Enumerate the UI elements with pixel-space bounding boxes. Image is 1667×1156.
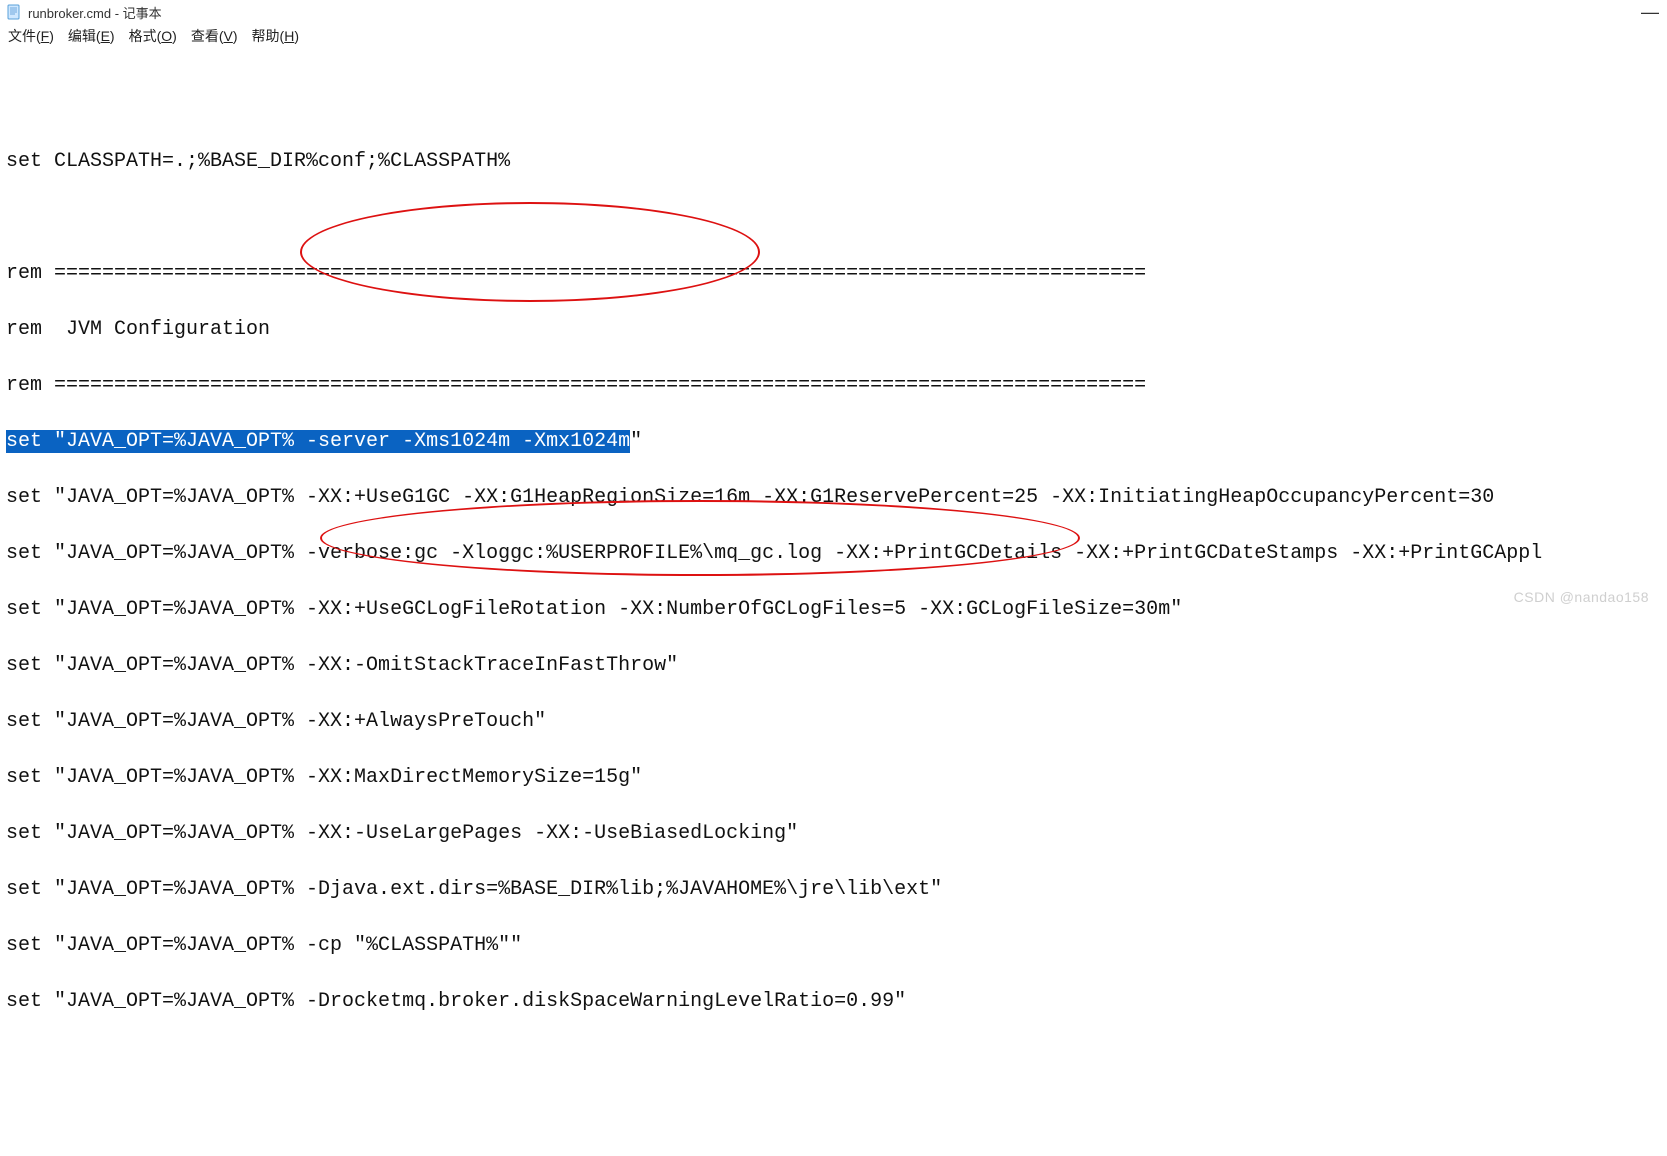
text-area[interactable]: set CLASSPATH=.;%BASE_DIR%conf;%CLASSPAT… — [0, 50, 1667, 1156]
menu-bar: 文件(F) 编辑(E) 格式(O) 查看(V) 帮助(H) — [0, 24, 1667, 50]
text-line: set "JAVA_OPT=%JAVA_OPT% -XX:-UseLargePa… — [6, 820, 1661, 848]
text-line: rem JVM Configuration — [6, 316, 1661, 344]
text-line: set CLASSPATH=.;%BASE_DIR%conf;%CLASSPAT… — [6, 148, 1661, 176]
text-line — [6, 92, 1661, 120]
text-line: set "JAVA_OPT=%JAVA_OPT% -XX:+UseGCLogFi… — [6, 596, 1661, 624]
menu-format[interactable]: 格式(O) — [129, 26, 177, 46]
text-line: set "JAVA_OPT=%JAVA_OPT% -XX:+UseG1GC -X… — [6, 484, 1661, 512]
menu-file[interactable]: 文件(F) — [8, 26, 54, 46]
text-line: set "JAVA_OPT=%JAVA_OPT% -cp "%CLASSPATH… — [6, 932, 1661, 960]
text-line — [6, 204, 1661, 232]
window-title: runbroker.cmd - 记事本 — [28, 3, 162, 22]
watermark: CSDN @nandao158 — [1514, 589, 1649, 605]
minimize-button[interactable]: — — [1641, 2, 1659, 23]
text-line: rem ====================================… — [6, 260, 1661, 288]
notepad-icon — [6, 4, 22, 20]
text-line: set "JAVA_OPT=%JAVA_OPT% -XX:-OmitStackT… — [6, 652, 1661, 680]
text-line: set "JAVA_OPT=%JAVA_OPT% -XX:MaxDirectMe… — [6, 764, 1661, 792]
text-line: set "JAVA_OPT=%JAVA_OPT% -Drocketmq.brok… — [6, 988, 1661, 1016]
menu-edit[interactable]: 编辑(E) — [68, 26, 115, 46]
text-line: set "JAVA_OPT=%JAVA_OPT% -verbose:gc -Xl… — [6, 540, 1661, 568]
text-line: rem ====================================… — [6, 372, 1661, 400]
menu-view[interactable]: 查看(V) — [191, 26, 238, 46]
text-line: set "JAVA_OPT=%JAVA_OPT% -Djava.ext.dirs… — [6, 876, 1661, 904]
text-line: set "JAVA_OPT=%JAVA_OPT% -XX:+AlwaysPreT… — [6, 708, 1661, 736]
title-bar: runbroker.cmd - 记事本 — — [0, 0, 1667, 24]
menu-help[interactable]: 帮助(H) — [252, 26, 299, 46]
text-line-selected: set "JAVA_OPT=%JAVA_OPT% -server -Xms102… — [6, 428, 1661, 456]
selected-text: set "JAVA_OPT=%JAVA_OPT% -server -Xms102… — [6, 430, 630, 453]
